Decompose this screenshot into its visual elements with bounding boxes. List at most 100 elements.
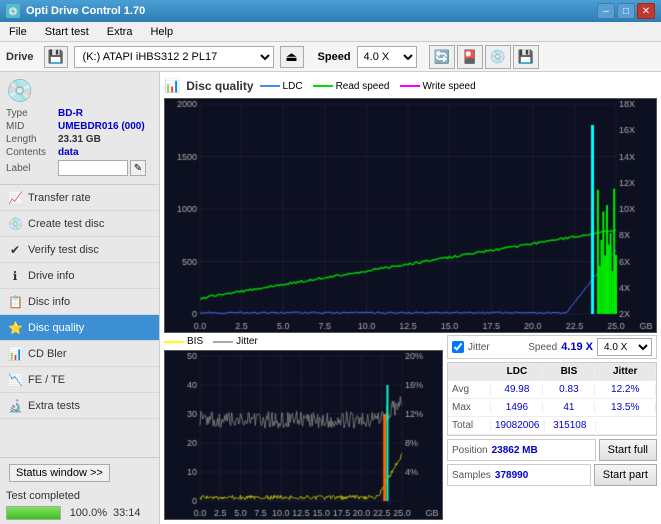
speed-static-label: Speed [528,342,557,353]
fe-te-icon: 📉 [8,373,22,387]
header-jitter: Jitter [595,366,656,377]
status-section: Status window >> [0,457,159,488]
chart2-canvas [165,351,442,519]
status-progress-area: Test completed [0,488,159,504]
legend-jitter: Jitter [213,336,258,347]
window-controls: – □ ✕ [597,3,655,19]
write-speed-color [400,85,420,87]
app-title: Opti Drive Control 1.70 [26,5,145,17]
menu-bar: File Start test Extra Help [0,22,661,42]
mid-value: UMEBDR016 (000) [58,121,145,132]
chart-icon: 📊 [164,78,180,94]
pos-samples-row: Position 23862 MB Start full [447,439,657,461]
sidebar-item-verify-test-disc[interactable]: ✔Verify test disc [0,237,159,263]
drive-select[interactable]: (K:) ATAPI iHBS312 2 PL17 [74,46,274,68]
chart1-canvas [165,99,656,332]
sidebar: 💿 Type BD-R MID UMEBDR016 (000) Length 2… [0,72,160,524]
legend-write-speed: Write speed [400,81,476,92]
max-ldc: 1496 [491,402,543,413]
verify-test-disc-label: Verify test disc [28,244,99,256]
sidebar-item-transfer-rate[interactable]: 📈Transfer rate [0,185,159,211]
save-button[interactable]: 💾 [513,45,539,69]
read-speed-color [313,85,333,87]
sidebar-item-cd-bler[interactable]: 📊 CD Bler [0,341,159,367]
menu-help[interactable]: Help [145,25,178,39]
create-test-disc-label: Create test disc [28,218,104,230]
legend-ldc: LDC [260,81,303,92]
label-input[interactable] [58,160,128,176]
title-bar: 💿 Opti Drive Control 1.70 – □ ✕ [0,0,661,22]
main-area: 💿 Type BD-R MID UMEBDR016 (000) Length 2… [0,72,661,524]
sidebar-item-disc-info[interactable]: 📋Disc info [0,289,159,315]
stats-avg-row: Avg 49.98 0.83 12.2% [448,381,656,399]
jitter-checkbox[interactable] [452,341,464,353]
avg-ldc: 49.98 [491,384,543,395]
speed-select-small[interactable]: 4.0 X [597,338,652,356]
chart2-header: BIS Jitter [164,335,443,348]
chart1-container [164,98,657,333]
progress-bar-fill [7,507,60,519]
bis-label: BIS [187,336,203,347]
disc-large-icon: 💿 [6,78,33,104]
chart1-header: 📊 Disc quality LDC Read speed Write spee… [164,76,657,96]
stats-table: LDC BIS Jitter Avg 49.98 0.83 12.2% Max [447,362,657,436]
start-full-button[interactable]: Start full [599,439,657,461]
drive-label: Drive [6,51,34,63]
disc-header: 💿 [6,78,153,104]
sidebar-item-create-test-disc[interactable]: 💿Create test disc [0,211,159,237]
samples-row: Samples 378990 [447,464,591,486]
menu-start-test[interactable]: Start test [40,25,94,39]
disc-info-icon: 📋 [8,295,22,309]
menu-extra[interactable]: Extra [102,25,138,39]
drive-bar: Drive 💾 (K:) ATAPI iHBS312 2 PL17 ⏏ Spee… [0,42,661,72]
sidebar-item-disc-quality[interactable]: ⭐Disc quality [0,315,159,341]
settings-button[interactable]: 🎴 [457,45,483,69]
disc-contents-row: Contents data [6,147,153,158]
position-row: Position 23862 MB [447,439,596,461]
ldc-label: LDC [283,81,303,92]
disc-info-panel: 💿 Type BD-R MID UMEBDR016 (000) Length 2… [0,72,159,185]
start-part-button[interactable]: Start part [594,464,657,486]
chart2-container [164,350,443,520]
avg-label: Avg [448,384,491,395]
jitter-label-text: Jitter [468,342,490,353]
total-bis: 315108 [545,420,597,431]
jitter-color [213,341,233,343]
close-button[interactable]: ✕ [637,3,655,19]
max-bis: 41 [543,402,595,413]
cd-bler-label: CD Bler [28,348,67,360]
sidebar-item-fe-te[interactable]: 📉FE / TE [0,367,159,393]
disc-length-row: Length 23.31 GB [6,134,153,145]
maximize-button[interactable]: □ [617,3,635,19]
contents-label: Contents [6,147,58,158]
drive-info-icon: ℹ [8,269,22,283]
status-window-button[interactable]: Status window >> [9,464,110,482]
menu-file[interactable]: File [4,25,32,39]
sidebar-item-extra-tests[interactable]: 🔬Extra tests [0,393,159,419]
stats-total-row: Total 19082006 315108 [448,417,656,435]
max-label: Max [448,402,491,413]
position-label: Position [452,445,488,456]
contents-value: data [58,147,79,158]
transfer-rate-icon: 📈 [8,191,22,205]
refresh-button[interactable]: 🔄 [429,45,455,69]
chart1-legend: LDC Read speed Write speed [260,81,476,92]
disc-type-row: Type BD-R [6,108,153,119]
max-jitter: 13.5% [595,402,656,413]
samples-label: Samples [452,470,491,481]
speed-select[interactable]: 4.0 X [357,46,417,68]
status-time: 33:14 [113,507,153,519]
cd-bler-icon: 📊 [8,347,22,361]
type-value: BD-R [58,108,83,119]
sidebar-nav: 📈Transfer rate💿Create test disc✔Verify t… [0,185,159,457]
header-bis: BIS [543,366,595,377]
disc-label-row: Label ✎ [6,160,153,176]
length-value: 23.31 GB [58,134,101,145]
disc-button[interactable]: 💿 [485,45,511,69]
sidebar-item-drive-info[interactable]: ℹDrive info [0,263,159,289]
mid-label: MID [6,121,58,132]
chart2-section: BIS Jitter [164,335,443,520]
label-edit-button[interactable]: ✎ [130,160,146,176]
eject-button[interactable]: ⏏ [280,46,304,68]
minimize-button[interactable]: – [597,3,615,19]
